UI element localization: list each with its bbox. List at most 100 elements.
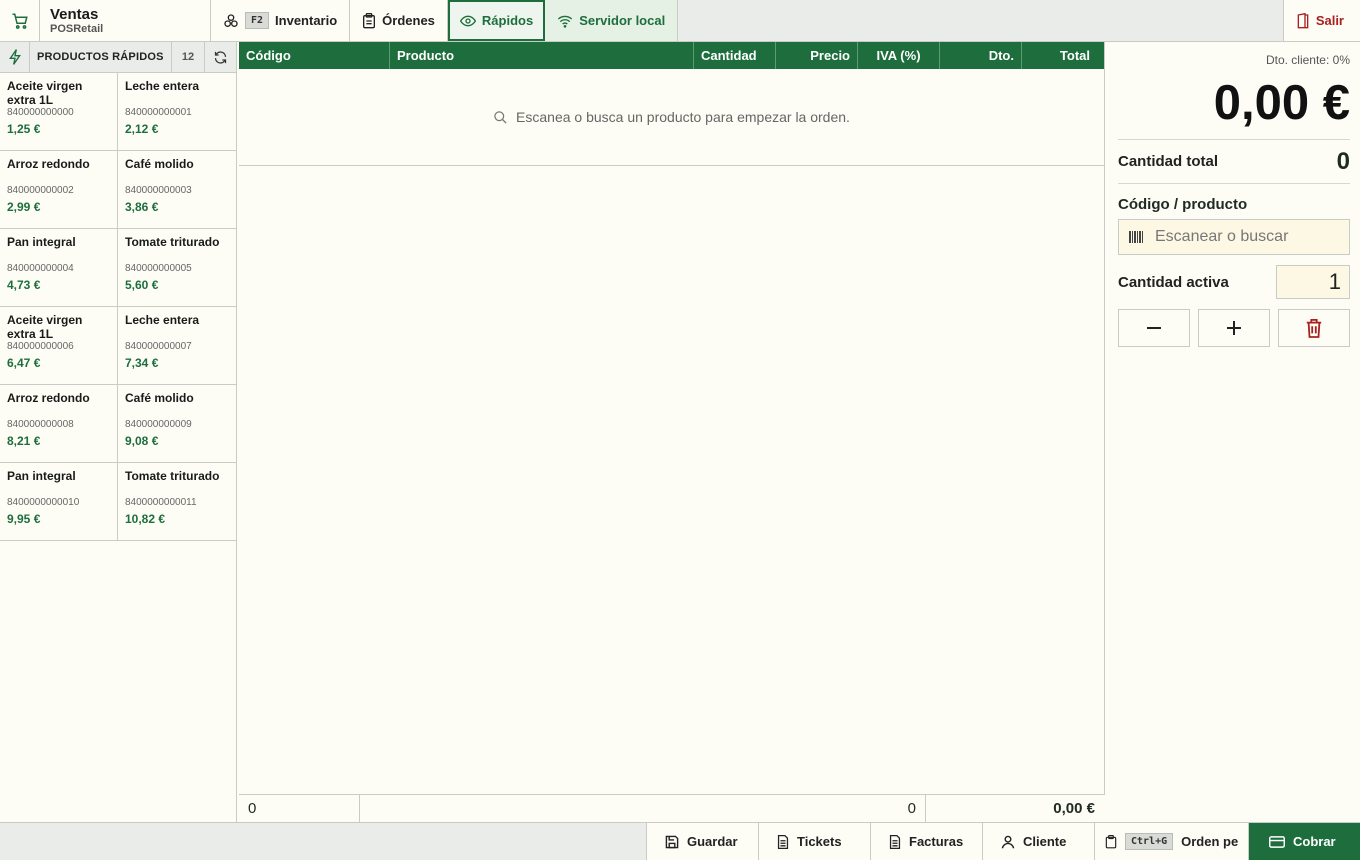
guardar-label: Guardar [687,834,738,849]
product-code: 840000000007 [125,341,192,352]
product-search-input[interactable]: Escanear o buscar [1118,219,1350,255]
codigo-label: Código / producto [1118,196,1248,213]
product-price: 2,99 € [7,200,41,214]
tickets-button[interactable]: Tickets [758,823,870,860]
col-cantidad[interactable]: Cantidad [694,42,776,69]
save-icon [665,835,679,849]
rapidos-button[interactable]: Rápidos [447,0,546,41]
product-price: 10,82 € [125,512,166,526]
cart-icon[interactable] [0,0,40,41]
app-subtitle: POSRetail [50,22,104,35]
salir-button[interactable]: Salir [1282,0,1360,41]
col-total[interactable]: Total [1022,42,1104,69]
shortcut-key: Ctrl+G [1125,833,1174,850]
orden-pendiente-button[interactable]: Ctrl+G Orden pe [1094,823,1248,860]
document-icon [777,834,789,849]
barcode-icon [1129,231,1145,243]
search-icon [493,110,508,125]
quick-product-card[interactable]: Tomate triturado 840000000005 5,60 € [118,229,236,307]
empty-message: Escanea o busca un producto para empezar… [516,109,850,125]
order-total: 0,00 € [1118,75,1350,140]
product-price: 3,86 € [125,200,159,214]
col-producto[interactable]: Producto [390,42,694,69]
product-price: 7,34 € [125,356,159,370]
credit-card-icon [1269,835,1285,848]
quick-products-panel: PRODUCTOS RÁPIDOS 12 Aceite virgen extra… [0,42,237,822]
table-footer: 0 0 0,00 € [239,794,1105,822]
cantidad-activa-input[interactable]: 1 [1276,265,1350,299]
product-name: Arroz redondo [7,391,90,405]
quick-products-title: PRODUCTOS RÁPIDOS [30,42,172,72]
tickets-label: Tickets [797,834,842,849]
product-code: 840000000008 [7,419,74,430]
app-title: Ventas [50,5,99,23]
invoice-icon [889,834,901,849]
salir-label: Salir [1315,13,1344,28]
product-name: Aceite virgen extra 1L [7,79,83,107]
refresh-icon[interactable] [205,42,236,72]
cliente-button[interactable]: Cliente [982,823,1094,860]
product-name: Pan integral [7,235,76,249]
quick-product-card[interactable]: Leche entera 840000000007 7,34 € [118,307,236,385]
plus-icon [1226,320,1242,336]
quick-product-card[interactable]: Tomate triturado 8400000000011 10,82 € [118,463,236,541]
bottom-bar: Guardar Tickets Facturas Cliente Ctrl+G … [0,822,1360,860]
col-codigo[interactable]: Código [239,42,390,69]
clipboard-icon [1105,834,1117,849]
quick-product-card[interactable]: Arroz redondo 840000000008 8,21 € [0,385,118,463]
cantidad-activa-label: Cantidad activa [1118,273,1229,291]
product-code: 840000000000 [7,107,74,118]
door-exit-icon [1296,12,1310,29]
quick-product-card[interactable]: Leche entera 840000000001 2,12 € [118,73,236,151]
quick-products-grid: Aceite virgen extra 1L 840000000000 1,25 €… [0,73,236,541]
cobrar-button[interactable]: Cobrar [1248,823,1360,860]
product-code: 840000000001 [125,107,192,118]
decrease-qty-button[interactable] [1118,309,1190,347]
orden-label: Orden pe [1181,834,1239,849]
quick-product-card[interactable]: Aceite virgen extra 1L 840000000006 6,47 € [0,307,118,385]
ordenes-button[interactable]: Órdenes [350,0,448,41]
wifi-icon [557,14,573,28]
product-code: 8400000000010 [7,497,80,508]
col-precio[interactable]: Precio [776,42,858,69]
facturas-label: Facturas [909,834,964,849]
product-code: 840000000002 [7,185,74,196]
rapidos-label: Rápidos [481,13,534,28]
quick-product-card[interactable]: Café molido 840000000009 9,08 € [118,385,236,463]
product-code: 8400000000011 [125,497,197,508]
trash-icon [1305,318,1323,338]
product-code: 840000000004 [7,263,74,274]
shortcut-key: F2 [245,12,270,29]
cantidad-total-label: Cantidad total [1118,153,1218,170]
quick-product-card[interactable]: Arroz redondo 840000000002 2,99 € [0,151,118,229]
facturas-button[interactable]: Facturas [870,823,982,860]
product-price: 2,12 € [125,122,159,136]
increase-qty-button[interactable] [1198,309,1270,347]
product-price: 9,95 € [7,512,41,526]
product-price: 4,73 € [7,278,41,292]
minus-icon [1146,320,1162,336]
product-name: Arroz redondo [7,157,90,171]
quick-product-card[interactable]: Aceite virgen extra 1L 840000000000 1,25 € [0,73,118,151]
product-name: Leche entera [125,313,200,327]
quick-product-card[interactable]: Café molido 840000000003 3,86 € [118,151,236,229]
product-code: 840000000009 [125,419,192,430]
product-price: 6,47 € [7,356,41,370]
product-code: 840000000003 [125,185,192,196]
quick-product-card[interactable]: Pan integral 8400000000010 9,95 € [0,463,118,541]
search-placeholder: Escanear o buscar [1155,228,1289,245]
delete-line-button[interactable] [1278,309,1350,347]
servidor-local-status[interactable]: Servidor local [545,0,679,41]
order-summary: Dto. cliente: 0% 0,00 € Cantidad total 0… [1106,42,1360,822]
col-iva[interactable]: IVA (%) [858,42,940,69]
guardar-button[interactable]: Guardar [646,823,758,860]
quick-product-card[interactable]: Pan integral 840000000004 4,73 € [0,229,118,307]
inventario-button[interactable]: F2 Inventario [211,0,351,41]
table-header: Código Producto Cantidad Precio IVA (%) … [239,42,1104,69]
boxes-icon [223,13,239,29]
clipboard-icon [362,12,376,29]
quick-products-count: 12 [172,42,205,72]
footer-line-count: 0 [239,795,360,822]
order-table: Código Producto Cantidad Precio IVA (%) … [239,42,1105,822]
col-dto[interactable]: Dto. [940,42,1022,69]
